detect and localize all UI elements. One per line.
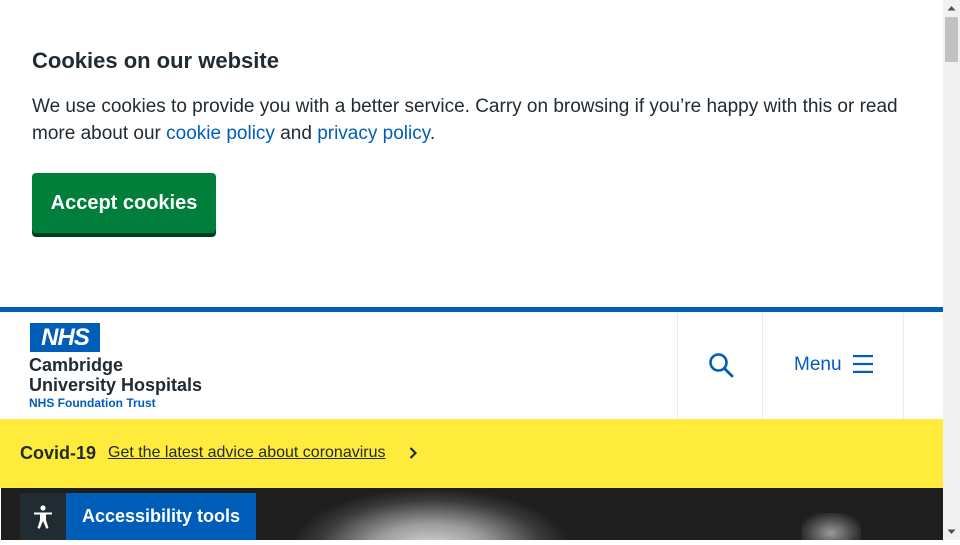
- cookie-text-after: .: [429, 123, 436, 144]
- covid-advice-link[interactable]: Get the latest advice about coronavirus: [108, 444, 386, 462]
- hero-image-highlight: [801, 513, 861, 540]
- scrollbar-thumb[interactable]: [945, 17, 958, 62]
- organisation-name: Cambridge University Hospitals: [29, 355, 203, 395]
- org-name-line-1: Cambridge: [29, 355, 124, 375]
- menu-button[interactable]: Menu: [762, 312, 904, 419]
- cookie-text-middle: and: [274, 123, 318, 144]
- accessibility-tools-button[interactable]: Accessibility tools: [20, 493, 256, 540]
- covid-banner-title: Covid-19: [20, 443, 97, 463]
- cookie-banner: Cookies on our website We use cookies to…: [0, 0, 943, 307]
- vertical-scrollbar[interactable]: [943, 0, 960, 540]
- hamburger-icon: [853, 355, 873, 373]
- chevron-right-icon: [409, 447, 417, 459]
- menu-label: Menu: [794, 354, 842, 375]
- search-icon: [709, 353, 734, 378]
- privacy-policy-link[interactable]: privacy policy: [317, 123, 430, 144]
- accessibility-tools-label: Accessibility tools: [66, 493, 256, 540]
- page-viewport: Cookies on our website We use cookies to…: [0, 0, 943, 540]
- accept-cookies-button[interactable]: Accept cookies: [32, 173, 216, 233]
- caret-up-icon: [947, 6, 956, 11]
- organisation-subtitle: NHS Foundation Trust: [29, 396, 156, 410]
- accessibility-icon-box: [20, 493, 66, 540]
- accessibility-person-icon: [34, 505, 52, 529]
- caret-down-icon: [947, 529, 956, 534]
- org-name-line-2: University Hospitals: [29, 374, 203, 395]
- cookie-banner-text: We use cookies to provide you with a bet…: [32, 93, 922, 147]
- nhs-logo: NHS: [30, 323, 100, 352]
- site-header: NHS Cambridge University Hospitals NHS Fo…: [0, 312, 943, 419]
- covid-banner: Covid-19 Get the latest advice about cor…: [0, 419, 943, 488]
- cookie-policy-link[interactable]: cookie policy: [166, 123, 275, 144]
- cookie-text-before: We use cookies to provide you with a bet…: [32, 96, 898, 144]
- search-button[interactable]: [677, 312, 763, 419]
- cookie-banner-title: Cookies on our website: [32, 48, 279, 73]
- scroll-up-arrow[interactable]: [943, 0, 960, 17]
- scroll-down-arrow[interactable]: [943, 523, 960, 540]
